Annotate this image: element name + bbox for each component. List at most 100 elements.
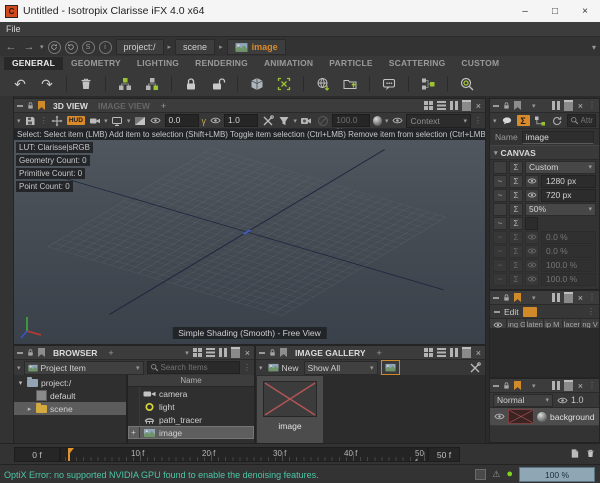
new-image-button[interactable]: New [266,363,301,373]
gallery-filter-dropdown[interactable]: Show All ▾ [304,361,378,375]
image-view-toggle[interactable] [381,360,400,375]
collapse-icon[interactable] [493,385,499,387]
ungroup-button[interactable] [140,73,164,94]
shading-sphere-icon[interactable] [373,116,382,126]
tab-browser[interactable]: BROWSER [48,348,102,358]
viewport-tab-image-view[interactable]: IMAGE VIEW [93,101,155,111]
import-reference-button[interactable] [311,73,335,94]
close-panel-icon[interactable]: × [577,293,584,303]
toolbar-overflow-icon[interactable]: ⋮ [474,116,482,125]
close-panel-icon[interactable]: × [475,348,482,358]
sigma-icon[interactable]: Σ [509,175,523,188]
collapse-icon[interactable] [17,352,23,354]
panel-options-icon[interactable]: ⋮ [588,381,596,390]
opacity-value[interactable]: 1.0 [571,395,584,405]
layout-columns-icon[interactable] [450,348,453,357]
eye-icon[interactable] [525,259,539,272]
layout-single-icon[interactable] [564,100,573,111]
tab-scattering[interactable]: SCATTERING [381,57,454,70]
lock-icon[interactable] [26,348,35,357]
attribute-value-field[interactable]: 100.0 % [541,259,596,272]
pin-icon[interactable] [514,293,521,302]
minimize-button[interactable]: – [510,0,540,22]
shading-dropdown-icon[interactable]: ▾ [385,117,389,125]
move-tool-icon[interactable] [51,114,64,127]
exposure-field[interactable]: 0.0 [165,114,199,127]
wave-icon[interactable]: ~ [493,273,507,286]
layout-single-icon[interactable] [462,100,471,111]
attribute-search[interactable] [567,114,596,127]
maximize-button[interactable]: □ [540,0,570,22]
eye-icon[interactable] [525,189,539,202]
fit-selection-button[interactable] [272,73,296,94]
panel-dropdown-icon[interactable]: ▾ [532,294,536,302]
list-item-path_tracer[interactable]: path_tracer [128,413,254,426]
sigma-icon[interactable]: Σ [509,189,523,202]
layer-row[interactable]: background [490,408,599,426]
copy-frame-icon[interactable] [569,448,580,459]
edit-tool-icon[interactable] [523,307,537,317]
eye-icon[interactable] [525,231,539,244]
pin-icon[interactable] [514,381,521,390]
group-button[interactable] [113,73,137,94]
blank-icon[interactable] [493,161,507,174]
breadcrumb-parent[interactable]: scene [175,39,215,55]
tab-rendering[interactable]: RENDERING [187,57,256,70]
layout-rows-icon[interactable] [437,101,446,110]
blank-icon[interactable] [493,203,507,216]
toolbar-dropdown-icon[interactable]: ▾ [17,117,21,125]
panel-dropdown-icon[interactable]: ▾ [532,382,536,390]
panel-dropdown-icon[interactable]: ▾ [532,102,536,110]
collapse-icon[interactable] [494,311,500,313]
render-tools-icon[interactable] [261,114,274,127]
layout-single-icon[interactable] [564,292,573,303]
tab-animation[interactable]: ANIMATION [256,57,321,70]
playhead[interactable] [68,448,70,461]
tab-particle[interactable]: PARTICLE [321,57,380,70]
tab-custom[interactable]: CUSTOM [453,57,507,70]
browser-search[interactable] [147,361,240,374]
pin-icon[interactable] [280,348,287,357]
attribute-value-field[interactable]: 720 px [541,189,596,202]
snapshot-icon[interactable]: S [82,41,95,54]
timeline-start-field[interactable]: 0 f [14,447,60,462]
layout-single-icon[interactable] [564,380,573,391]
lock-icon[interactable] [26,101,35,110]
add-tab-button[interactable]: + [374,348,385,358]
wave-icon[interactable]: ~ [493,189,507,202]
delete-button[interactable] [74,73,98,94]
export-context-button[interactable] [338,73,362,94]
eye-icon[interactable] [493,412,505,422]
filter-icon[interactable] [277,114,290,127]
wave-icon[interactable]: ~ [493,245,507,258]
add-note-button[interactable] [377,73,401,94]
tree-item-default[interactable]: default [14,389,126,402]
name-field[interactable]: image [522,131,594,144]
lock-icon[interactable] [502,293,511,302]
collapse-icon[interactable] [259,352,265,354]
tree-item-scene[interactable]: ▸scene [14,402,126,415]
refresh-icon[interactable] [550,114,564,127]
toolbar-dropdown-icon[interactable]: ▾ [17,364,21,372]
path-dropdown-icon[interactable]: ▾ [592,43,596,52]
sigma-icon[interactable]: Σ [509,203,523,216]
history-dropdown-icon[interactable]: ▾ [40,43,44,51]
item-filter-dropdown[interactable]: Project Item ▾ [24,361,144,375]
sigma-icon[interactable]: Σ [509,217,523,230]
layout-rows-icon[interactable] [437,348,446,357]
refresh-back-icon[interactable] [65,41,78,54]
sigma-icon[interactable]: Σ [509,161,523,174]
pin-icon[interactable] [514,101,521,110]
sigma-icon[interactable]: Σ [509,245,523,258]
tab-general[interactable]: GENERAL [4,57,63,70]
pin-icon[interactable] [38,348,45,357]
context-dropdown[interactable]: Context ▾ [406,114,470,128]
attribute-search-input[interactable] [581,116,593,125]
close-button[interactable]: × [570,0,600,22]
wave-icon[interactable]: ~ [493,231,507,244]
collapse-icon[interactable] [17,105,23,107]
gallery-settings-icon[interactable] [468,361,482,374]
close-panel-icon[interactable]: × [577,101,584,111]
list-item-camera[interactable]: camera [128,387,254,400]
hud-toggle[interactable]: HUD [67,116,85,125]
